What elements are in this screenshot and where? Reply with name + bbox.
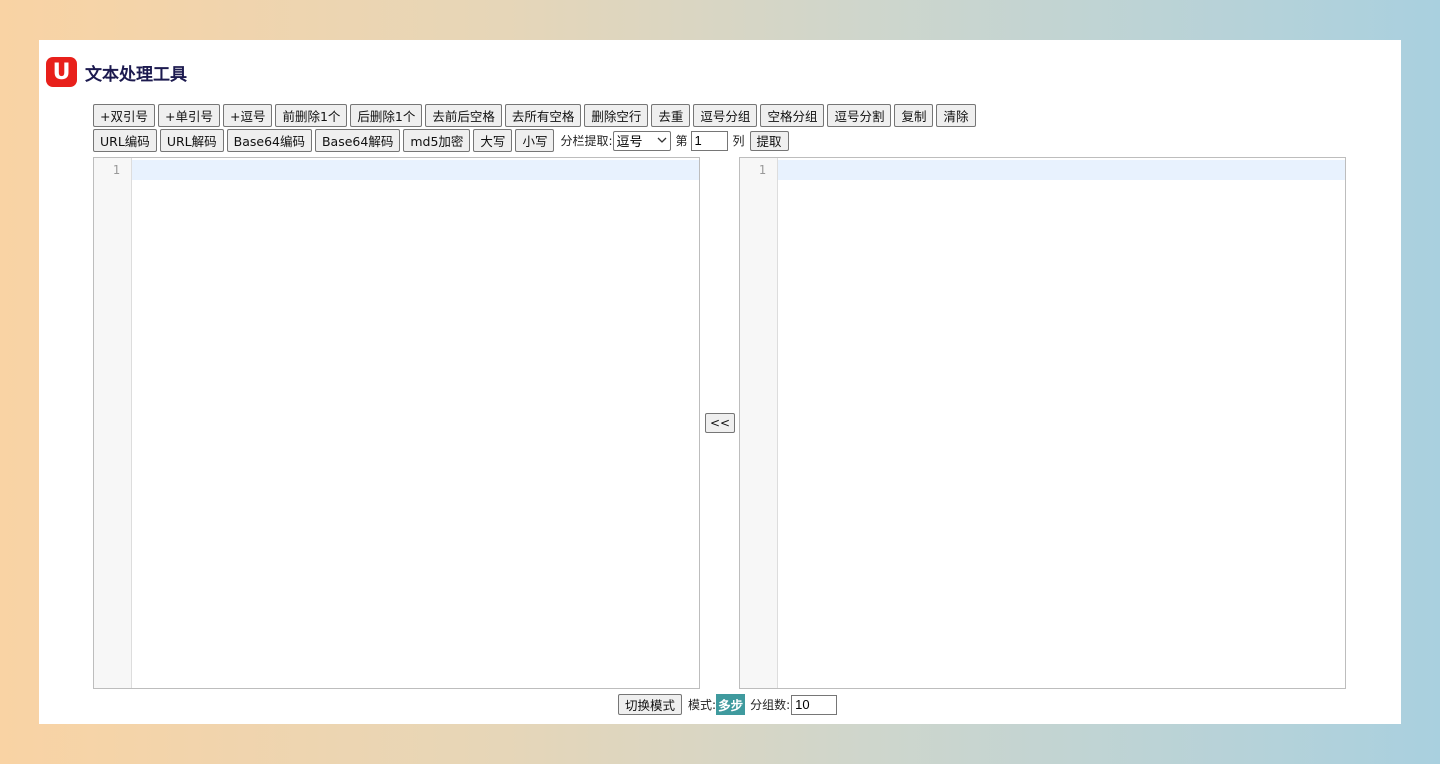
space-group-button[interactable]: 空格分组	[760, 104, 825, 127]
add-single-quote-button[interactable]: +单引号	[157, 104, 220, 127]
lowercase-button[interactable]: 小写	[515, 129, 555, 152]
remove-empty-lines-button[interactable]: 删除空行	[584, 104, 649, 127]
line-gutter: 1	[740, 158, 778, 688]
column-number-input[interactable]: 1	[690, 130, 728, 151]
trim-spaces-button[interactable]: 去前后空格	[425, 104, 502, 127]
dedupe-button[interactable]: 去重	[651, 104, 691, 127]
chevron-down-icon	[657, 137, 666, 143]
url-encode-button[interactable]: URL编码	[93, 129, 157, 152]
input-editor[interactable]: 1	[93, 157, 700, 689]
add-comma-button[interactable]: +逗号	[222, 104, 273, 127]
app-logo: U	[46, 57, 77, 87]
line-gutter: 1	[94, 158, 132, 688]
copy-button[interactable]: 复制	[894, 104, 934, 127]
line-number: 1	[758, 163, 766, 177]
bottom-bar: 切换模式 模式: 多步 分组数: 10	[618, 694, 838, 715]
url-decode-button[interactable]: URL解码	[159, 129, 224, 152]
group-count-input[interactable]: 10	[791, 694, 838, 715]
swap-button[interactable]: <<	[705, 413, 735, 433]
delimiter-select-value: 逗号	[616, 135, 643, 150]
toggle-mode-button[interactable]: 切换模式	[618, 694, 683, 715]
column-suffix-label: 列	[732, 134, 745, 148]
main-card: U 文本处理工具 +双引号 +单引号 +逗号 前删除1个 后删除1个 去前后空格…	[39, 40, 1401, 724]
mode-label: 模式:	[688, 698, 717, 712]
mode-badge: 多步	[716, 694, 746, 715]
md5-encrypt-button[interactable]: md5加密	[403, 129, 471, 152]
remove-first-char-button[interactable]: 前删除1个	[275, 104, 348, 127]
comma-group-button[interactable]: 逗号分组	[693, 104, 758, 127]
clear-button[interactable]: 清除	[936, 104, 976, 127]
remove-last-char-button[interactable]: 后删除1个	[350, 104, 423, 127]
toolbar-row-1: +双引号 +单引号 +逗号 前删除1个 后删除1个 去前后空格 去所有空格 删除…	[93, 104, 976, 127]
uppercase-button[interactable]: 大写	[473, 129, 513, 152]
remove-all-spaces-button[interactable]: 去所有空格	[504, 104, 582, 127]
app-brand: U 文本处理工具	[46, 57, 187, 87]
output-editor[interactable]: 1	[739, 157, 1346, 689]
base64-decode-button[interactable]: Base64解码	[314, 129, 401, 152]
extract-button[interactable]: 提取	[749, 130, 789, 151]
group-count-label: 分组数:	[750, 698, 791, 712]
toolbar-row-2: URL编码 URL解码 Base64编码 Base64解码 md5加密 大写 小…	[93, 129, 789, 152]
comma-split-button[interactable]: 逗号分割	[827, 104, 892, 127]
line-number: 1	[112, 163, 120, 177]
base64-encode-button[interactable]: Base64编码	[226, 129, 312, 152]
app-title: 文本处理工具	[85, 64, 187, 85]
add-double-quote-button[interactable]: +双引号	[93, 104, 155, 127]
delimiter-select[interactable]: 逗号	[612, 130, 671, 151]
active-line-highlight	[132, 160, 699, 180]
extract-label: 分栏提取:	[560, 134, 613, 148]
active-line-highlight	[778, 160, 1345, 180]
column-prefix-label: 第	[675, 134, 688, 148]
